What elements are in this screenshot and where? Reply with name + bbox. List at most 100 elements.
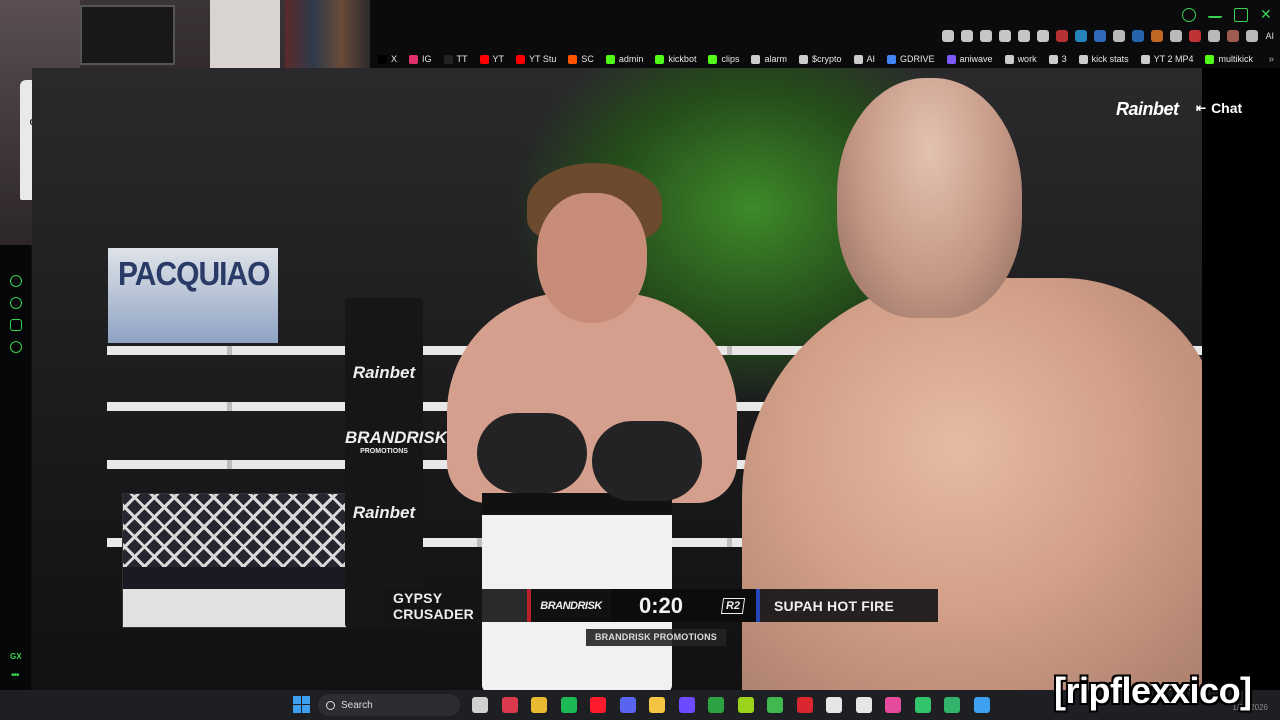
chrome-icon[interactable] [531,697,547,713]
opera-icon[interactable] [590,697,606,713]
clips-icon [708,54,718,64]
extension-icon[interactable] [942,30,955,42]
extensions-icon[interactable] [10,319,22,331]
extension-icon[interactable] [961,30,974,42]
extension-icon[interactable] [1037,30,1050,42]
commentary-table [122,493,365,628]
history-icon[interactable] [10,297,22,309]
grid-icon[interactable] [973,697,990,713]
bookmark-label: SC [581,54,594,64]
folder-icon [798,54,808,64]
extension-icon[interactable] [1132,30,1145,42]
spotify-icon[interactable] [560,697,577,713]
discord-icon[interactable] [619,697,636,713]
bookmark-yt[interactable]: YT [474,54,511,64]
extension-icon[interactable] [1151,30,1164,42]
bookmark-label: aniwave [959,54,993,64]
chatgpt-icon[interactable] [855,697,872,713]
taskbar-search[interactable]: Search [318,694,460,716]
bookmark-clips[interactable]: clips [702,54,745,64]
bookmark-yt-stu[interactable]: YT Stu [510,54,562,64]
page-icon [1048,54,1058,64]
bookmark-x[interactable]: X [372,54,403,64]
extension-icon[interactable] [1170,30,1183,42]
extension-icon[interactable] [1113,30,1126,42]
bookmark-label: 3 [1061,54,1067,64]
xbox-icon[interactable] [708,697,724,713]
extension-icon[interactable] [1075,30,1088,42]
bookmark-kickbot[interactable]: kickbot [649,54,702,64]
fighter-right-back [742,278,1202,690]
search-icon[interactable] [1182,8,1196,22]
round-indicator: R2 [711,589,756,622]
browser-toolbar: ✕ AI [370,0,1280,50]
extension-icon[interactable] [1189,30,1202,42]
fight-scorebug: GYPSY CRUSADER BRANDRISK 0:20 R2 SUPAH H… [383,589,938,622]
app-green3-icon[interactable] [914,697,931,713]
bookmark-work[interactable]: work [999,54,1043,64]
bookmark-label: X [391,54,398,64]
page-icon [1140,54,1150,64]
youtube-studio-icon [516,54,526,64]
youtube-icon [479,54,489,64]
more-icon[interactable]: ••• [11,670,19,681]
extension-icon[interactable] [1056,30,1069,42]
chat-button[interactable]: ⇤ Chat [1196,100,1242,116]
bookmark-sc[interactable]: SC [562,54,600,64]
scorebug-brand-logo: BRANDRISK [531,589,611,622]
extension-icon[interactable] [1094,30,1107,42]
task-view-icon[interactable] [472,697,488,713]
settings-icon[interactable] [10,341,22,353]
app-green4-icon[interactable] [944,697,960,713]
opera-gx-icon[interactable] [501,697,518,713]
bookmark-label: admin [618,54,644,64]
app-green2-icon[interactable] [767,697,783,713]
browser-sidebar: GX ••• [0,245,32,690]
round-label: R2 [721,597,746,614]
bookmark-kick-stats[interactable]: kick stats [1073,54,1135,64]
bookmark-3[interactable]: 3 [1043,54,1073,64]
ai-extension-label[interactable]: AI [1265,31,1274,41]
post-promo-sub-text: PROMOTIONS [360,448,408,455]
gx-icon[interactable]: GX [10,652,22,661]
maximize-icon[interactable] [1234,8,1248,22]
folder-icon [1004,54,1014,64]
arena-banner-text: PACQUIAO [118,256,270,293]
bookmark-label: multikick [1218,54,1253,64]
minimize-icon[interactable] [1208,8,1222,18]
close-icon[interactable]: ✕ [1260,7,1274,22]
extension-icon[interactable] [980,30,993,42]
extension-icon[interactable] [1208,30,1221,42]
bookmarks-overflow-icon[interactable]: » [1268,54,1280,65]
app-red-icon[interactable] [796,697,813,713]
bookmark-ai[interactable]: AI [848,54,882,64]
bookmark-label: kickbot [668,54,697,64]
bookmark-aniwave[interactable]: aniwave [941,54,999,64]
extension-icon[interactable] [1227,30,1240,42]
bookmark-alarm[interactable]: alarm [745,54,793,64]
bookmark-multikick[interactable]: multikick [1199,54,1259,64]
bookmark-yt-2-mp4[interactable]: YT 2 MP4 [1135,54,1200,64]
boxing-glove-icon [462,413,587,493]
tiktok-icon [443,54,453,64]
bookmark-admin[interactable]: admin [600,54,650,64]
extension-icon[interactable] [1246,30,1259,42]
proton-icon[interactable] [678,697,695,713]
extension-bar: AI [942,30,1274,42]
app-pink-icon[interactable] [885,697,901,713]
player-icon[interactable] [10,275,22,287]
bookmark--crypto[interactable]: $crypto [793,54,848,64]
app-green-icon[interactable] [737,697,754,713]
bookmark-label: AI [866,54,876,64]
extension-icon[interactable] [999,30,1012,42]
bookmark-tt[interactable]: TT [438,54,474,64]
capcut-icon[interactable] [826,697,842,713]
file-explorer-icon[interactable] [649,697,665,713]
admin-icon [605,54,615,64]
page-icon [751,54,761,64]
x-icon [378,54,387,64]
bookmark-gdrive[interactable]: GDRIVE [881,54,941,64]
windows-start-icon[interactable] [293,696,310,713]
bookmark-ig[interactable]: IG [403,54,438,64]
extension-icon[interactable] [1018,30,1031,42]
